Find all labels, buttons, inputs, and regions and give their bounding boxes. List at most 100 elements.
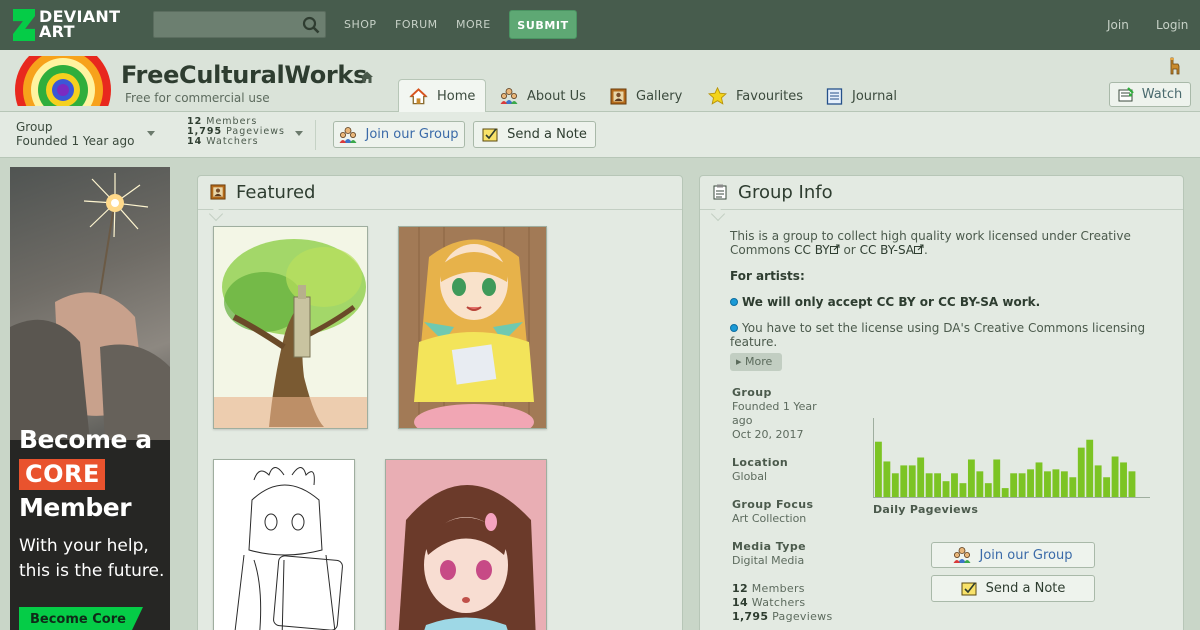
people-icon (500, 88, 518, 104)
tab-home[interactable]: Home (398, 79, 487, 113)
group-field-label: Group (732, 386, 772, 399)
featured-thumb-sketch[interactable] (213, 459, 355, 630)
note-icon (482, 128, 498, 142)
search-icon[interactable] (302, 16, 320, 34)
pageviews-bar (942, 481, 950, 497)
external-link-icon (829, 244, 840, 254)
pageviews-bar (1052, 469, 1060, 497)
search-input[interactable] (154, 12, 294, 37)
submit-button[interactable]: SUBMIT (509, 10, 577, 39)
pageviews-bar (891, 473, 899, 497)
become-core-button[interactable]: Become Core (19, 607, 143, 630)
people-icon (339, 126, 357, 143)
tab-label: Favourites (736, 88, 803, 104)
watch-label: Watch (1141, 87, 1183, 102)
bullet-icon (730, 298, 738, 306)
pageviews-bar (1027, 469, 1034, 497)
search-box (153, 11, 326, 38)
external-link-icon (914, 244, 924, 254)
tab-journal[interactable]: Journal (816, 80, 907, 112)
join-group-label: Join our Group (979, 547, 1073, 563)
featured-thumb-girl[interactable] (398, 226, 547, 429)
group-tagline: Free for commercial use (125, 91, 270, 105)
group-founded-label: Founded 1 Year ago (16, 134, 135, 148)
pageviews-bar (1035, 462, 1043, 497)
more-button[interactable]: ▸ More (730, 353, 782, 371)
join-group-button[interactable]: Join our Group (333, 121, 465, 148)
tab-favourites[interactable]: Favourites (698, 80, 813, 112)
gallery-icon (210, 184, 226, 200)
chevron-down-icon[interactable] (147, 131, 155, 136)
cc-by-sa-link[interactable]: CC BY-SA (860, 243, 914, 257)
pageviews-bar (1094, 465, 1102, 497)
pageviews-bar (1018, 473, 1026, 497)
nav-link-more[interactable]: MORE (456, 18, 491, 31)
deviantart-logo-icon (13, 9, 35, 41)
join-group-button[interactable]: Join our Group (931, 542, 1095, 568)
group-field-value: Founded 1 Year ago Oct 20, 2017 (732, 400, 817, 441)
daily-pageviews-chart (875, 439, 1136, 498)
note-icon (961, 582, 977, 596)
pageviews-bar (951, 473, 958, 497)
featured-thumb-tree[interactable] (213, 226, 368, 429)
cc-by-link[interactable]: CC BY (794, 243, 829, 257)
chart-caption: Daily Pageviews (873, 503, 979, 516)
group-stats-dropdown[interactable]: 12 Members 1,795 Pageviews 14 Watchers (187, 117, 285, 147)
pageviews-bar (967, 459, 975, 497)
logo-text: DEVIANT ART (39, 7, 121, 41)
chevron-down-icon[interactable] (295, 131, 303, 136)
location-label: Location (732, 456, 789, 469)
chevron-right-icon: ▸ (736, 355, 742, 368)
tree-painting-image (214, 227, 367, 428)
sparkler-image (10, 173, 170, 442)
join-link[interactable]: Join (1107, 18, 1129, 32)
group-info-title: Group Info (738, 182, 833, 203)
featured-thumb-portrait[interactable] (385, 459, 547, 630)
llama-badge-icon[interactable] (1164, 57, 1182, 75)
for-artists-heading: For artists: (730, 269, 805, 283)
ad-core-badge: CORE (19, 459, 105, 490)
pageviews-bar (1044, 471, 1051, 498)
nav-link-forum[interactable]: FORUM (395, 18, 438, 31)
watch-button[interactable]: Watch (1109, 82, 1191, 107)
pageviews-bar (984, 483, 992, 497)
pageviews-bar (1001, 488, 1009, 497)
send-note-button[interactable]: Send a Note (931, 575, 1095, 602)
deviantart-logo[interactable]: DEVIANT ART (13, 9, 133, 41)
pageviews-bar (1086, 439, 1094, 497)
chart-y-axis (873, 418, 874, 498)
group-info-bar (0, 112, 1200, 158)
pageviews-bar (883, 461, 891, 497)
group-name[interactable]: FreeCulturalWorks (121, 61, 367, 89)
tab-about-us[interactable]: About Us (490, 80, 596, 112)
people-icon (953, 547, 971, 563)
pageviews-bar (1077, 447, 1085, 498)
pageviews-bar (925, 473, 933, 497)
featured-header: Featured (198, 176, 682, 210)
pageviews-bar (934, 473, 942, 497)
tab-label: Journal (852, 88, 897, 104)
login-link[interactable]: Login (1156, 18, 1188, 32)
pageviews-bar (1069, 477, 1077, 497)
core-membership-ad[interactable]: Become a CORE Member With your help, thi… (10, 167, 170, 630)
featured-title: Featured (236, 182, 316, 203)
pageviews-bar (1010, 473, 1018, 497)
group-type-dropdown[interactable]: Group Founded 1 Year ago (16, 120, 134, 148)
pageviews-bar (1120, 462, 1127, 497)
divider (315, 120, 316, 150)
gallery-icon (610, 88, 627, 104)
line-art-girl-image (214, 460, 354, 630)
nav-link-shop[interactable]: SHOP (344, 18, 377, 31)
send-note-button[interactable]: Send a Note (473, 121, 596, 148)
pageviews-bar (1128, 471, 1136, 498)
anime-portrait-image (386, 460, 546, 630)
group-info-header: Group Info (700, 176, 1183, 210)
anime-girl-painting-image (399, 227, 546, 428)
tab-gallery[interactable]: Gallery (600, 80, 692, 112)
media-type-value: Digital Media (732, 554, 805, 567)
group-avatar[interactable] (14, 56, 112, 106)
pageviews-bar (875, 441, 882, 497)
pageviews-bar (1111, 456, 1119, 497)
group-stats: 12 Members 14 Watchers 1,795 Pageviews (732, 582, 833, 623)
tab-label: Gallery (636, 88, 683, 104)
